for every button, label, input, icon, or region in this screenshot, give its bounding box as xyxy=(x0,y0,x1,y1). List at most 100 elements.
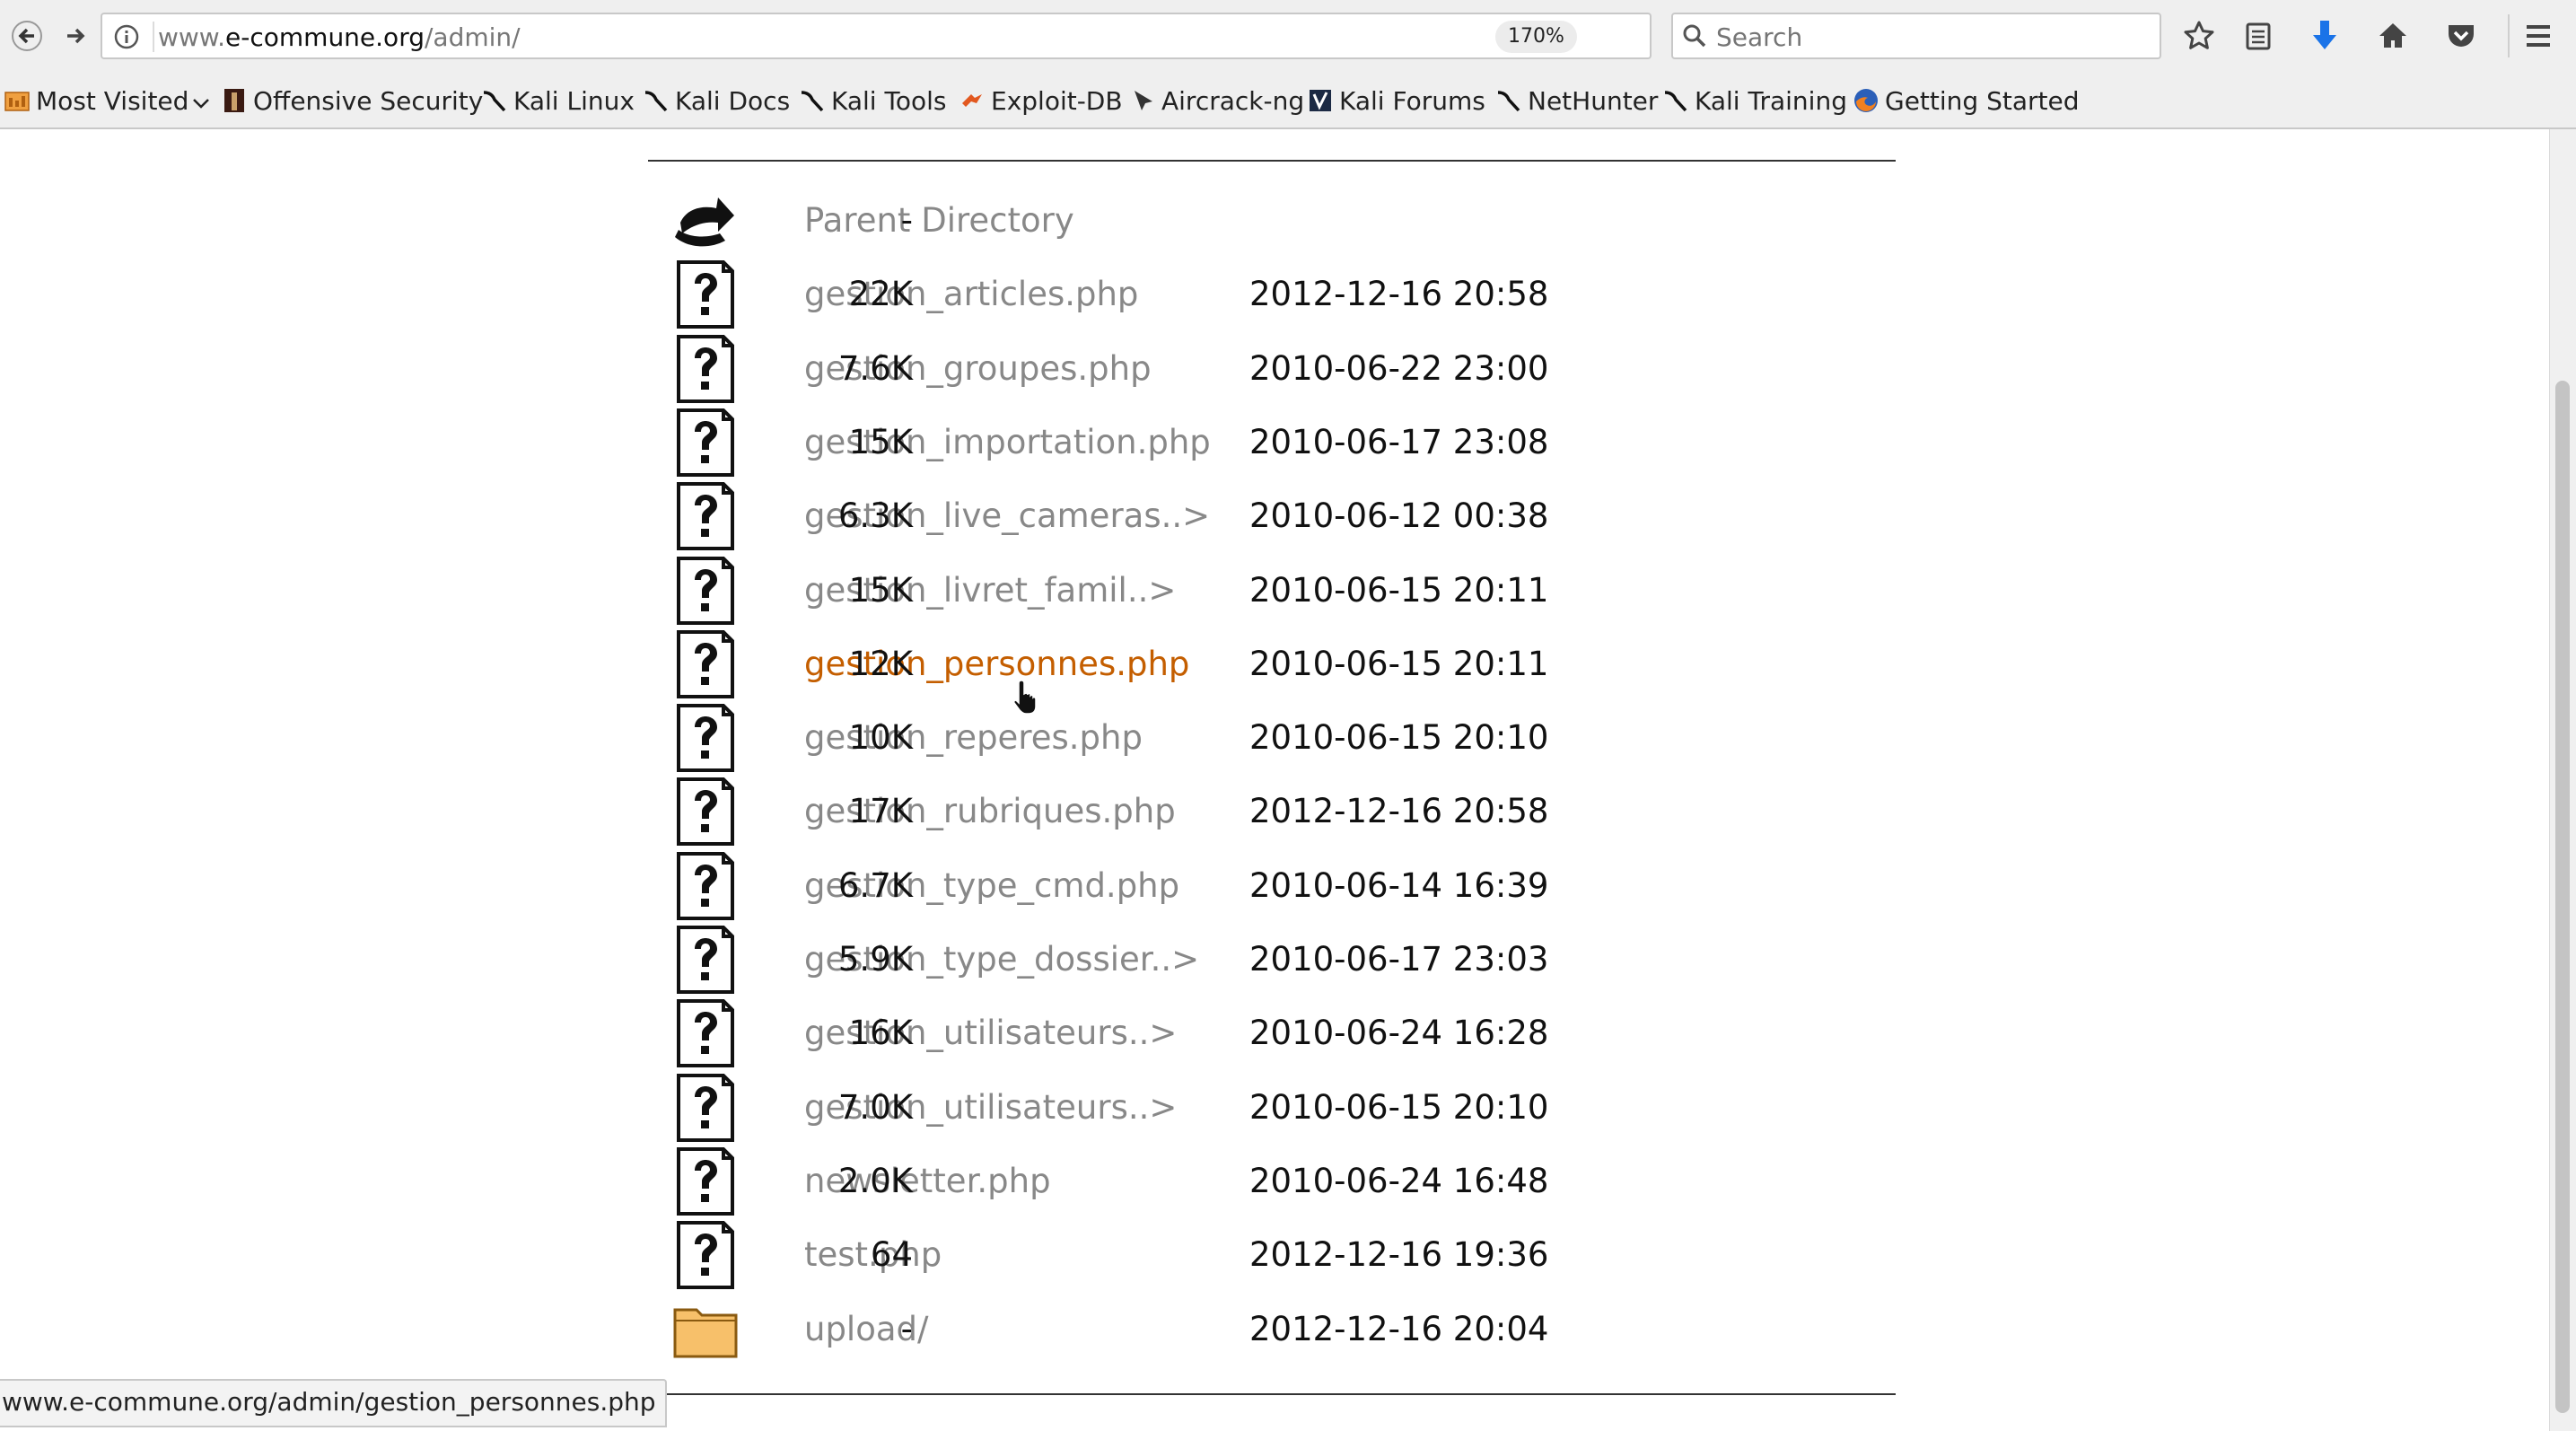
unknown-file-icon xyxy=(671,1221,740,1290)
file-size: 22K xyxy=(848,275,913,314)
unknown-file-icon xyxy=(671,851,740,920)
bookmark-kali-docs[interactable]: Kali Docs xyxy=(643,83,790,119)
unknown-file-icon xyxy=(671,629,740,698)
bookmark-label: NetHunter xyxy=(1528,85,1659,116)
vertical-scrollbar[interactable] xyxy=(2549,129,2576,1431)
bookmark-label: Getting Started xyxy=(1885,85,2080,116)
forward-arrow-icon xyxy=(67,28,85,44)
pocket-icon xyxy=(2449,25,2474,47)
table-row: gestion_personnes.php 2010-06-15 20:11 12K xyxy=(0,628,1795,700)
bookmark-label: Most Visited xyxy=(36,85,189,116)
file-size: 7.0K xyxy=(837,1087,913,1127)
last-modified: 2012-12-16 20:04 xyxy=(1249,1309,1549,1348)
folder-icon xyxy=(4,87,31,114)
parent-directory-row: Parent Directory - xyxy=(0,185,1795,257)
unknown-file-icon xyxy=(671,1073,740,1142)
back-button[interactable] xyxy=(4,13,50,59)
bookmark-exploit-db[interactable]: Exploit-DB xyxy=(959,83,1123,119)
table-row: gestion_groupes.php 2010-06-22 23:00 7.6K xyxy=(0,333,1795,405)
search-input[interactable] xyxy=(1714,20,2149,54)
home-button[interactable] xyxy=(2370,13,2416,59)
zoom-indicator[interactable]: 170% xyxy=(1495,21,1577,53)
bookmark-aircrack-ng[interactable]: Aircrack-ng xyxy=(1129,83,1304,119)
last-modified: 2010-06-15 20:10 xyxy=(1249,1087,1549,1127)
hand-cursor-icon xyxy=(1012,679,1043,718)
kali-icon xyxy=(643,87,670,114)
bookmark-label: Exploit-DB xyxy=(991,85,1123,116)
table-row: newsletter.php 2010-06-24 16:48 2.0K xyxy=(0,1146,1795,1217)
downloads-button[interactable] xyxy=(2301,13,2348,59)
file-size: 17K xyxy=(848,792,913,831)
bookmark-label: Aircrack-ng xyxy=(1161,85,1305,116)
last-modified: 2012-12-16 20:58 xyxy=(1249,792,1549,831)
bookmark-kali-linux[interactable]: Kali Linux xyxy=(481,83,635,119)
chevron-down-icon xyxy=(192,86,210,116)
top-divider xyxy=(648,160,1896,162)
aircrack-icon xyxy=(1129,87,1156,114)
last-modified: 2012-12-16 20:58 xyxy=(1249,275,1549,314)
table-row: gestion_utilisateurs..> 2010-06-24 16:28 1… xyxy=(0,997,1795,1069)
forward-button[interactable] xyxy=(52,13,99,59)
bookmark-offensive-security[interactable]: Offensive Security xyxy=(221,83,483,119)
bookmark-label: Kali Tools xyxy=(831,85,947,116)
file-size: 10K xyxy=(848,718,913,758)
last-modified: 2010-06-24 16:28 xyxy=(1249,1014,1549,1053)
search-icon xyxy=(1680,22,1709,54)
bookmark-nethunter[interactable]: NetHunter xyxy=(1495,83,1658,119)
unknown-file-icon xyxy=(671,926,740,994)
parent-directory-link[interactable]: Parent Directory xyxy=(804,201,1074,240)
unknown-file-icon xyxy=(671,260,740,329)
back-arrow-icon xyxy=(12,21,42,51)
bookmark-kali-tools[interactable]: Kali Tools xyxy=(799,83,946,119)
file-size: 15K xyxy=(848,570,913,610)
reader-list-button[interactable] xyxy=(2235,13,2282,59)
search-bar[interactable] xyxy=(1671,13,2161,59)
bookmark-label: Kali Docs xyxy=(675,85,791,116)
back-icon xyxy=(671,187,740,255)
file-size: 6.7K xyxy=(837,865,913,905)
forums-icon xyxy=(1307,87,1334,114)
last-modified: 2010-06-17 23:08 xyxy=(1249,422,1549,461)
file-size: 2.0K xyxy=(837,1161,913,1200)
table-row: gestion_type_cmd.php 2010-06-14 16:39 6.7K xyxy=(0,850,1795,922)
last-modified: 2010-06-15 20:11 xyxy=(1249,644,1549,683)
status-bar-link: www.e-commune.org/admin/gestion_personne… xyxy=(0,1379,667,1427)
last-modified: 2010-06-24 16:48 xyxy=(1249,1161,1549,1200)
last-modified: 2010-06-14 16:39 xyxy=(1249,865,1549,905)
bookmark-getting-started[interactable]: Getting Started xyxy=(1853,83,2079,119)
pocket-button[interactable] xyxy=(2438,13,2484,59)
scrollbar-thumb[interactable] xyxy=(2555,381,2570,1413)
file-size: - xyxy=(900,1309,913,1348)
unknown-file-icon xyxy=(671,704,740,773)
unknown-file-icon xyxy=(671,999,740,1068)
address-separator xyxy=(153,22,154,52)
folder-icon xyxy=(671,1295,740,1364)
hamburger-menu-icon xyxy=(2527,25,2550,47)
url-text[interactable]: www.e-commune.org/admin/ xyxy=(158,22,521,52)
bookmark-kali-training[interactable]: Kali Training xyxy=(1662,83,1847,119)
toolbar-separator xyxy=(2508,14,2510,57)
home-icon xyxy=(2379,23,2406,48)
unknown-file-icon xyxy=(671,334,740,403)
file-size: 64 xyxy=(870,1235,913,1275)
last-modified: 2010-06-12 00:38 xyxy=(1249,496,1549,536)
clipboard-list-icon xyxy=(2246,22,2271,50)
bookmark-label: Offensive Security xyxy=(253,85,484,116)
site-info-icon[interactable] xyxy=(110,20,144,54)
download-arrow-icon xyxy=(2313,21,2336,49)
bookmark-kali-forums[interactable]: Kali Forums xyxy=(1307,83,1485,119)
kali-icon xyxy=(799,87,826,114)
last-modified: 2010-06-15 20:11 xyxy=(1249,570,1549,610)
address-bar[interactable]: www.e-commune.org/admin/ 170% xyxy=(101,13,1719,59)
table-row: gestion_articles.php 2012-12-16 20:58 22K xyxy=(0,259,1795,330)
table-row: gestion_live_cameras..> 2010-06-12 00:38 6… xyxy=(0,480,1795,552)
exploitdb-icon xyxy=(959,87,986,114)
kali-icon xyxy=(1662,87,1689,114)
unknown-file-icon xyxy=(671,408,740,477)
bookmark-most-visited[interactable]: Most Visited xyxy=(4,83,210,119)
bookmark-star-button[interactable] xyxy=(2176,13,2222,59)
menu-button[interactable] xyxy=(2515,13,2562,59)
unknown-file-icon xyxy=(671,1146,740,1216)
bookmarks-toolbar: Most Visited Offensive Security Kali Lin… xyxy=(0,72,2576,129)
table-row: upload/2012-12-16 20:04- xyxy=(0,1294,1795,1365)
